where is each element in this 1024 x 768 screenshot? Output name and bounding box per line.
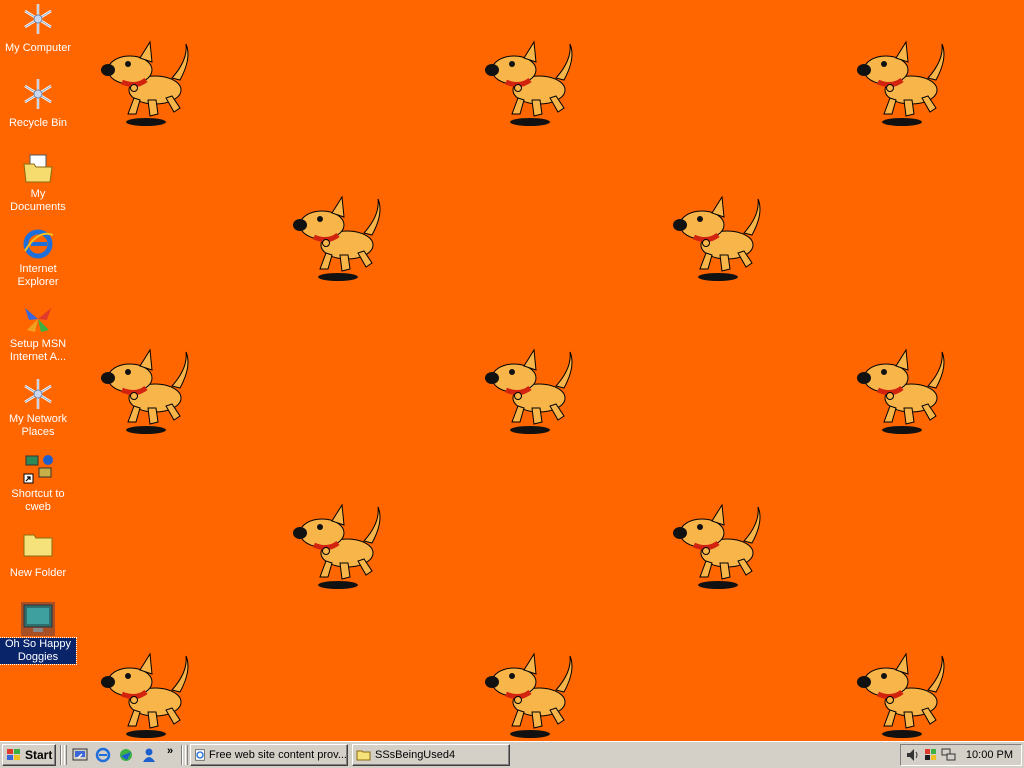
network-icon[interactable] bbox=[941, 747, 957, 763]
internet-explorer-icon bbox=[23, 229, 54, 259]
desktop-icon-label: Setup MSN Internet A... bbox=[9, 338, 67, 363]
ie-page-icon bbox=[195, 749, 205, 761]
desktop: My Computer Recycle Bin My Documents Int… bbox=[0, 0, 1024, 741]
desktop-icon-shortcut-cweb[interactable]: Shortcut to cweb bbox=[0, 452, 76, 515]
windows-flag-icon bbox=[7, 749, 20, 760]
desktop-icon-label: New Folder bbox=[9, 567, 67, 579]
task-button-folder[interactable]: SSsBeingUsed4 bbox=[352, 744, 510, 766]
desktop-icon-label: Oh So Happy Doggies bbox=[0, 637, 77, 665]
my-computer-icon bbox=[24, 4, 52, 34]
dog-wallpaper-icon bbox=[672, 503, 768, 593]
dog-wallpaper-icon bbox=[100, 40, 196, 130]
desktop-icon-my-network-places[interactable]: My Network Places bbox=[0, 377, 76, 440]
dog-wallpaper-icon bbox=[100, 348, 196, 438]
msn-messenger-icon[interactable] bbox=[141, 747, 157, 763]
volume-icon[interactable] bbox=[905, 747, 921, 763]
start-button[interactable]: Start bbox=[2, 744, 56, 766]
desktop-icon-internet-explorer[interactable]: Internet Explorer bbox=[0, 227, 76, 290]
taskbar-separator bbox=[181, 745, 183, 765]
task-button-label: SSsBeingUsed4 bbox=[375, 749, 456, 761]
msn-butterfly-icon bbox=[25, 308, 51, 332]
desktop-icon-setup-msn[interactable]: Setup MSN Internet A... bbox=[0, 302, 76, 365]
show-desktop-icon[interactable] bbox=[72, 747, 88, 763]
desktop-icon-my-computer[interactable]: My Computer bbox=[0, 2, 76, 56]
desktop-icon-label: Internet Explorer bbox=[17, 263, 59, 288]
desktop-icon-label: Recycle Bin bbox=[8, 117, 68, 129]
my-documents-icon bbox=[23, 154, 53, 183]
dog-wallpaper-icon bbox=[856, 348, 952, 438]
desktop-icon-label: My Documents bbox=[10, 188, 66, 213]
windows-flag-icon[interactable] bbox=[924, 748, 938, 762]
taskbar-separator bbox=[60, 745, 62, 765]
desktop-icon-label: My Network Places bbox=[8, 413, 68, 438]
dog-wallpaper-icon bbox=[856, 40, 952, 130]
quick-launch-chevron[interactable]: » bbox=[167, 745, 173, 757]
desktop-icon-my-documents[interactable]: My Documents bbox=[0, 152, 76, 215]
quick-launch-grip[interactable] bbox=[64, 745, 67, 765]
desktop-icon-label: Shortcut to cweb bbox=[11, 488, 65, 513]
dog-wallpaper-icon bbox=[484, 652, 580, 742]
taskbar: Start » Free web site content prov... SS… bbox=[0, 741, 1024, 768]
task-button-browser[interactable]: Free web site content prov... bbox=[190, 744, 348, 766]
dog-wallpaper-icon bbox=[292, 195, 388, 285]
dog-wallpaper-icon bbox=[484, 348, 580, 438]
desktop-icon-recycle-bin[interactable]: Recycle Bin bbox=[0, 77, 76, 131]
recycle-bin-icon bbox=[24, 79, 52, 109]
dog-wallpaper-icon bbox=[672, 195, 768, 285]
desktop-icon-oh-so-happy-doggies[interactable]: Oh So Happy Doggies bbox=[0, 602, 77, 665]
network-shortcut-icon bbox=[23, 455, 53, 484]
task-band-grip[interactable] bbox=[185, 745, 188, 765]
clock[interactable]: 10:00 PM bbox=[966, 749, 1013, 761]
start-label: Start bbox=[25, 748, 53, 762]
outlook-express-icon[interactable] bbox=[118, 747, 134, 763]
folder-icon bbox=[23, 534, 53, 557]
open-folder-icon bbox=[356, 750, 371, 761]
desktop-icon-label: My Computer bbox=[4, 42, 72, 54]
dog-wallpaper-icon bbox=[100, 652, 196, 742]
dog-wallpaper-icon bbox=[292, 503, 388, 593]
desktop-icon-new-folder[interactable]: New Folder bbox=[0, 527, 76, 581]
network-places-icon bbox=[24, 379, 52, 409]
system-tray: 10:00 PM bbox=[900, 744, 1022, 766]
task-button-label: Free web site content prov... bbox=[209, 749, 347, 761]
monitor-screen-icon bbox=[21, 602, 55, 636]
dog-wallpaper-icon bbox=[484, 40, 580, 130]
dog-wallpaper-icon bbox=[856, 652, 952, 742]
ie-icon[interactable] bbox=[95, 747, 111, 763]
